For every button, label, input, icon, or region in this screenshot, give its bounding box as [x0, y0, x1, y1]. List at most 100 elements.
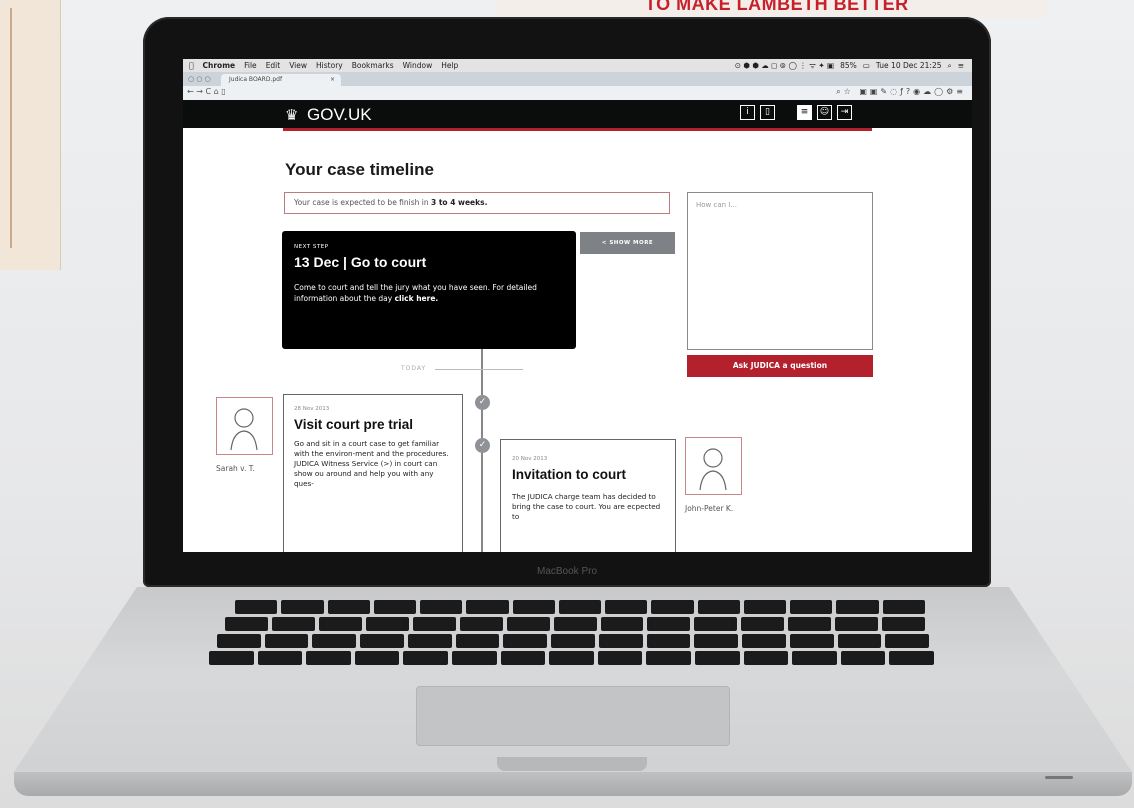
- next-step-heading: 13 Dec | Go to court: [294, 254, 427, 270]
- keyboard-key: [743, 651, 789, 665]
- keyboard-key: [885, 634, 930, 648]
- keyboard-key: [257, 651, 303, 665]
- keyboard-key: [551, 634, 595, 648]
- person-name: John-Peter K.: [685, 504, 734, 513]
- battery-icon[interactable]: ▭: [863, 61, 870, 71]
- nav-icons[interactable]: ← → C ⌂ ▯: [187, 87, 226, 96]
- person-icon[interactable]: ☺: [817, 105, 832, 120]
- keyboard-key: [455, 634, 500, 648]
- keyboard-key: [598, 634, 643, 648]
- poster-text: TO MAKE LAMBETH BETTER: [645, 0, 909, 14]
- menu-history[interactable]: History: [316, 61, 343, 70]
- gov-header-rule: [283, 128, 872, 131]
- status-icons[interactable]: ⊙ ⬢ ⬢ ☁ ◻ ⊚ ◯ ⋮ ᯤ ✦ ▣: [735, 61, 834, 71]
- logout-icon[interactable]: ⇥: [837, 105, 852, 120]
- laptop-base-edge: [14, 772, 1132, 796]
- gov-header: [183, 100, 972, 128]
- tab-strip: ○ ○ ○ Judica BOARD.pdf ×: [183, 72, 972, 86]
- keyboard-key: [512, 600, 555, 614]
- window-controls[interactable]: ○ ○ ○: [188, 75, 211, 83]
- document-icon[interactable]: ▯: [760, 105, 775, 120]
- keyboard-key: [646, 651, 691, 665]
- keyboard-key: [459, 617, 503, 631]
- keyboard-key: [882, 600, 925, 614]
- status-led: [1045, 776, 1073, 779]
- menu-app-chrome[interactable]: Chrome: [203, 61, 236, 70]
- keyboard-key: [837, 634, 882, 648]
- keyboard-key: [354, 651, 400, 665]
- key-row: [225, 617, 926, 631]
- key-row: [209, 651, 934, 665]
- menu-list-icon[interactable]: ≡: [958, 61, 964, 71]
- menu-view[interactable]: View: [289, 61, 307, 70]
- avatar-john-peter: [685, 437, 742, 495]
- keyboard-key: [792, 651, 837, 665]
- expectation-duration: 3 to 4 weeks.: [431, 198, 488, 207]
- today-label: TODAY: [401, 365, 427, 372]
- today-line: [435, 369, 523, 370]
- keyboard-key: [694, 651, 740, 665]
- person-name: Sarah v. T.: [216, 464, 255, 473]
- poster-mark: [10, 8, 52, 248]
- person-sketch-icon: [699, 448, 727, 491]
- case-expectation: Your case is expected to be finish in 3 …: [284, 192, 670, 214]
- keyboard-key: [597, 651, 643, 665]
- keyboard-key: [835, 617, 879, 631]
- keyboard-key: [697, 600, 740, 614]
- keyboard-key: [836, 600, 879, 614]
- page-title: Your case timeline: [285, 160, 434, 179]
- menu-window[interactable]: Window: [403, 61, 433, 70]
- screen:  Chrome File Edit View History Bookmark…: [183, 59, 972, 552]
- lid-notch: [497, 757, 647, 771]
- menu-help[interactable]: Help: [441, 61, 458, 70]
- keyboard-key: [420, 600, 463, 614]
- menu-file[interactable]: File: [244, 61, 257, 70]
- keyboard-key: [306, 651, 351, 665]
- keyboard-key: [403, 651, 448, 665]
- keyboard-key: [882, 617, 926, 631]
- keyboard-key: [889, 651, 934, 665]
- notes-icon[interactable]: ≡: [797, 105, 812, 120]
- keyboard-key: [694, 634, 739, 648]
- keyboard-key: [209, 651, 254, 665]
- keyboard-key: [742, 634, 786, 648]
- keyboard-key: [373, 600, 417, 614]
- spotlight-icon[interactable]: ⌕: [948, 61, 952, 71]
- keyboard-key: [235, 600, 278, 614]
- keyboard-key: [500, 651, 546, 665]
- keyboard-key: [407, 634, 452, 648]
- check-icon: ✓: [475, 395, 490, 410]
- click-here-link[interactable]: click here.: [395, 294, 439, 303]
- info-icon[interactable]: i: [740, 105, 755, 120]
- keyboard-key: [327, 600, 370, 614]
- keyboard-key: [312, 634, 357, 648]
- card-date: 28 Nov 2013: [294, 406, 330, 412]
- keyboard-key: [553, 617, 597, 631]
- apple-icon[interactable]: : [189, 61, 194, 70]
- timeline-card: 28 Nov 2013 Visit court pre trial Go and…: [283, 394, 463, 552]
- keyboard-key: [503, 634, 548, 648]
- keyboard-key: [451, 651, 497, 665]
- battery-percent[interactable]: 85%: [840, 61, 857, 71]
- ask-judica-button[interactable]: Ask JUDICA a question: [687, 355, 873, 377]
- keyboard-key: [365, 617, 409, 631]
- tab-active[interactable]: Judica BOARD.pdf ×: [221, 74, 341, 86]
- check-icon: ✓: [475, 438, 490, 453]
- menubar-status: ⊙ ⬢ ⬢ ☁ ◻ ⊚ ◯ ⋮ ᯤ ✦ ▣ 85% ▭ Tue 10 Dec 2…: [735, 61, 964, 71]
- icon-spacer: [780, 105, 792, 120]
- question-input[interactable]: How can I...: [687, 192, 873, 350]
- clock[interactable]: Tue 10 Dec 21:25: [876, 61, 942, 71]
- card-text: The JUDICA charge team has decided to br…: [512, 492, 661, 521]
- tab-close-icon[interactable]: ×: [330, 74, 335, 86]
- keyboard-key: [651, 600, 694, 614]
- trackpad: [416, 686, 730, 746]
- extension-icons[interactable]: ⌕☆ ▣▣✎◌ƒ?◉☁◯⚙≡: [836, 87, 966, 97]
- show-more-button[interactable]: < SHOW MORE: [580, 232, 675, 254]
- gov-logo[interactable]: GOV.UK: [307, 105, 372, 125]
- top-poster: TO MAKE LAMBETH BETTER: [495, 0, 1047, 18]
- card-heading: Invitation to court: [512, 467, 626, 482]
- menu-edit[interactable]: Edit: [266, 61, 281, 70]
- gov-header-icons: i ▯ ≡ ☺ ⇥: [740, 105, 852, 120]
- menu-bookmarks[interactable]: Bookmarks: [352, 61, 394, 70]
- address-bar: ← → C ⌂ ▯ ⌕☆ ▣▣✎◌ƒ?◉☁◯⚙≡: [183, 86, 972, 101]
